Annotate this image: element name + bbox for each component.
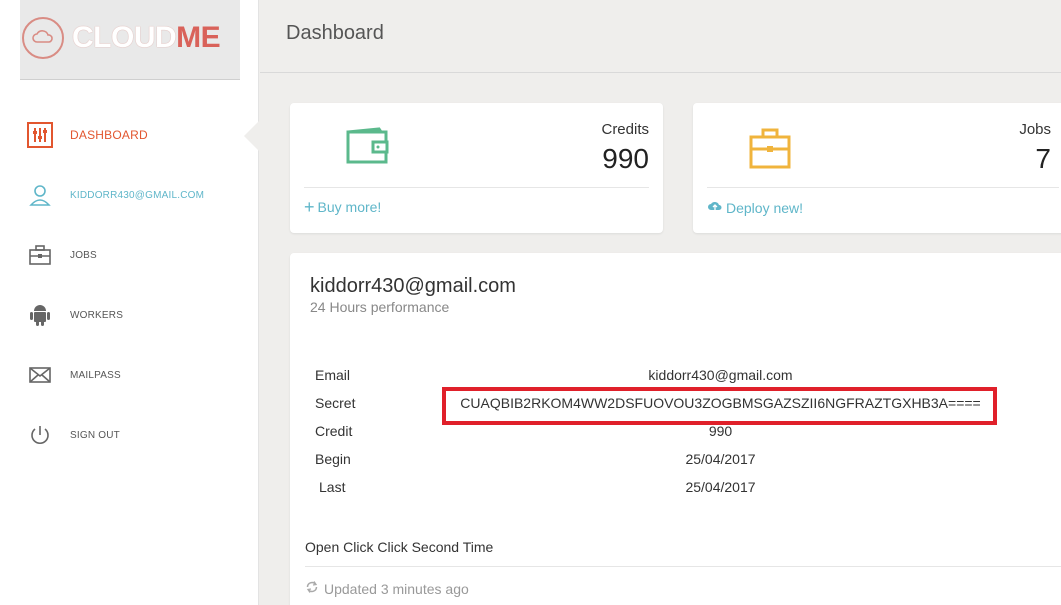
user-icon xyxy=(26,181,54,209)
profile-subtitle: 24 Hours performance xyxy=(310,299,450,315)
page-title: Dashboard xyxy=(286,22,384,44)
info-row-last: Last 25/04/2017 xyxy=(290,479,1061,507)
sidebar-item-user[interactable]: KIDDORR430@GMAIL.COM xyxy=(26,180,226,210)
sidebar-item-workers[interactable]: WORKERS xyxy=(26,300,226,330)
plus-icon: + xyxy=(304,197,315,217)
divider xyxy=(305,566,1061,567)
info-key: Credit xyxy=(315,423,353,439)
divider xyxy=(304,187,649,188)
secret-highlight-box xyxy=(442,387,997,425)
info-value: kiddorr430@gmail.com xyxy=(648,367,793,383)
info-row-begin: Begin 25/04/2017 xyxy=(290,451,1061,479)
sidebar-item-label: SIGN OUT xyxy=(70,429,120,441)
info-value: 990 xyxy=(708,423,733,439)
profile-note: Open Click Click Second Time xyxy=(305,539,494,555)
credits-value: 990 xyxy=(602,143,649,174)
info-row-credit: Credit 990 xyxy=(290,423,1061,451)
briefcase-icon xyxy=(748,127,794,176)
info-key: Last xyxy=(319,479,346,495)
refresh-icon xyxy=(305,580,319,597)
deploy-new-link[interactable]: Deploy new! xyxy=(707,199,803,216)
cloud-upload-icon xyxy=(707,199,723,216)
android-icon xyxy=(26,301,54,329)
deploy-new-label: Deploy new! xyxy=(726,199,804,216)
sidebar-item-dashboard[interactable]: DASHBOARD xyxy=(26,120,226,150)
buy-more-link[interactable]: + Buy more! xyxy=(304,197,382,217)
sidebar-item-label: DASHBOARD xyxy=(70,128,148,142)
jobs-card: Jobs 7 Deploy new! xyxy=(693,103,1061,233)
sidebar-item-label: JOBS xyxy=(70,249,97,261)
profile-name: kiddorr430@gmail.com xyxy=(310,275,516,297)
credits-label: Credits xyxy=(601,121,649,138)
info-value: 25/04/2017 xyxy=(685,451,756,467)
jobs-label: Jobs xyxy=(1019,121,1051,138)
jobs-value: 7 xyxy=(1035,143,1051,174)
sidebar-item-label: MAILPASS xyxy=(70,369,121,381)
sidebar-item-label: KIDDORR430@GMAIL.COM xyxy=(70,189,205,201)
info-key: Email xyxy=(315,367,351,383)
briefcase-icon xyxy=(26,241,54,269)
updated-status: Updated 3 minutes ago xyxy=(305,580,469,597)
sidebar-item-jobs[interactable]: JOBS xyxy=(26,240,226,270)
logo[interactable]: CLOUDME xyxy=(20,0,240,80)
logo-text: CLOUDME xyxy=(72,20,221,56)
sidebar-item-sign-out[interactable]: SIGN OUT xyxy=(26,420,226,450)
sidebar: CLOUDME DASHBOARD KIDDORR430@GMAIL.COM J… xyxy=(0,0,259,605)
active-indicator xyxy=(244,120,260,152)
power-icon xyxy=(26,421,54,449)
envelope-icon xyxy=(26,361,54,389)
wallet-icon xyxy=(345,127,391,170)
sliders-icon xyxy=(26,121,54,149)
info-key: Begin xyxy=(315,451,351,467)
cloud-logo-icon xyxy=(22,17,64,59)
sidebar-item-label: WORKERS xyxy=(70,309,124,321)
credits-card: Credits 990 + Buy more! xyxy=(290,103,663,233)
divider xyxy=(707,187,1059,188)
sidebar-item-mailpass[interactable]: MAILPASS xyxy=(26,360,226,390)
logo-me-text: ME xyxy=(176,21,221,54)
header: Dashboard xyxy=(260,0,1061,73)
updated-label: Updated 3 minutes ago xyxy=(324,580,469,597)
profile-card: kiddorr430@gmail.com 24 Hours performanc… xyxy=(290,253,1061,605)
info-key: Secret xyxy=(315,395,356,411)
logo-cloud-text: CLOUD xyxy=(72,21,177,54)
buy-more-label: Buy more! xyxy=(317,199,382,215)
info-value: 25/04/2017 xyxy=(685,479,756,495)
